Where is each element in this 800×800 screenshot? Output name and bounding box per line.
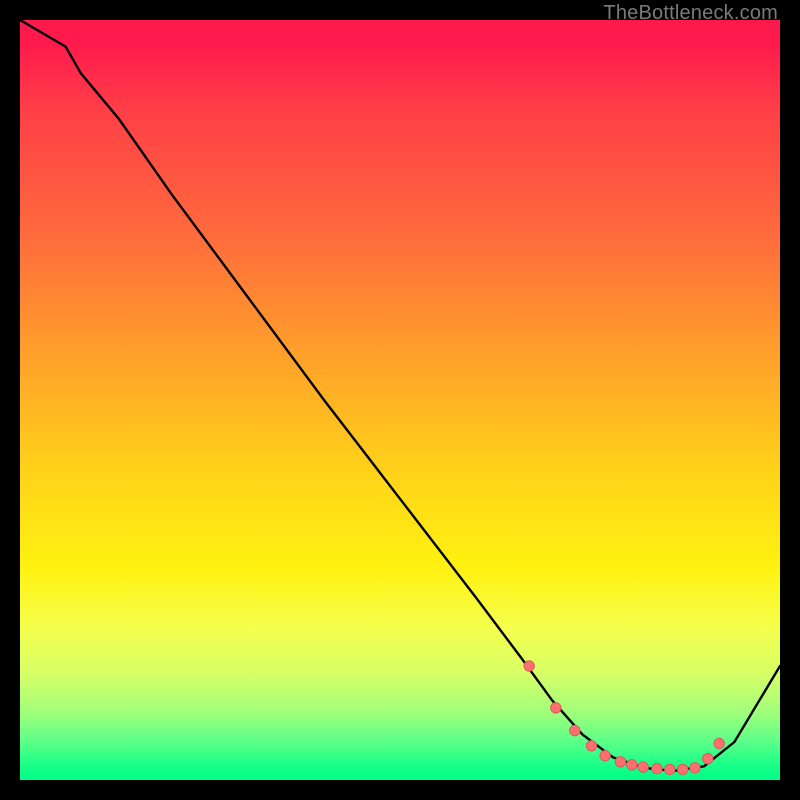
data-dot [652,763,662,773]
flat-region-dots [524,661,724,775]
chart-frame: TheBottleneck.com [0,0,800,800]
data-dot [714,738,724,748]
data-dot [586,741,596,751]
data-dot [703,754,713,764]
data-dot [690,763,700,773]
data-dot [615,757,625,767]
data-dot [665,764,675,774]
data-dot [678,764,688,774]
data-dot [524,661,534,671]
watermark-text: TheBottleneck.com [603,2,778,25]
data-dot [551,703,561,713]
bottleneck-curve [20,20,780,771]
data-dot [627,760,637,770]
chart-overlay [20,20,780,780]
data-dot [600,751,610,761]
data-dot [570,725,580,735]
data-dot [638,762,648,772]
